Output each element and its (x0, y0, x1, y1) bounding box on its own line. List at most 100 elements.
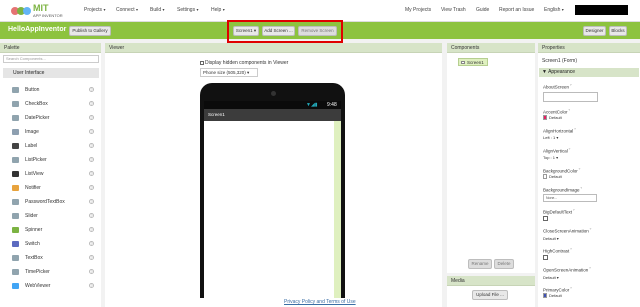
listview-icon (12, 171, 19, 177)
password-icon (12, 199, 19, 205)
palette-item-slider[interactable]: Slider? (3, 210, 99, 223)
components-panel (447, 43, 535, 273)
label-icon (12, 143, 19, 149)
viewer-header: Viewer (105, 43, 442, 53)
background-color-picker[interactable]: Default (543, 174, 562, 180)
palette-item-webviewer[interactable]: WebViewer? (3, 280, 99, 293)
app-inventor-logo[interactable]: MIT APP INVENTOR (10, 2, 66, 20)
help-icon[interactable]: ? (89, 157, 94, 162)
palette-item-listpicker[interactable]: ListPicker? (3, 154, 99, 167)
media-header: Media (447, 276, 535, 286)
phone-size-select[interactable]: Phone size (505,320) ▾ (200, 68, 258, 77)
palette-item-listview[interactable]: ListView? (3, 168, 99, 181)
menu-settings[interactable]: Settings ▾ (177, 7, 198, 13)
publish-to-gallery-button[interactable]: Publish to Gallery (69, 26, 111, 36)
open-animation-select[interactable]: Default ▾ (543, 275, 559, 280)
background-image-input[interactable]: None... (543, 194, 597, 202)
primary-swatch-icon (543, 293, 547, 299)
link-view-trash[interactable]: View Trash (441, 7, 466, 13)
help-icon[interactable]: ? (89, 101, 94, 106)
phone-preview: ▼◢▮ 9:48 Screen1 (200, 83, 345, 298)
language-menu[interactable]: English ▾ (544, 7, 564, 13)
upload-file-button[interactable]: Upload File ... (472, 290, 508, 300)
display-hidden-checkbox[interactable]: Display hidden components in Viewer (200, 60, 288, 66)
menu-projects[interactable]: Projects ▾ (84, 7, 105, 13)
designer-button[interactable]: Designer (583, 26, 606, 36)
datepicker-icon (12, 115, 19, 121)
help-icon[interactable]: ? (89, 241, 94, 246)
prop-background-color-label: BackgroundColor ? (543, 167, 581, 174)
palette-item-datepicker[interactable]: DatePicker? (3, 112, 99, 125)
prop-accent-color-label: AccentColor ? (543, 108, 571, 115)
palette-item-notifier[interactable]: Notifier? (3, 182, 99, 195)
button-icon (12, 87, 19, 93)
webviewer-icon (12, 283, 19, 289)
help-icon[interactable]: ? (89, 129, 94, 134)
palette-item-spinner[interactable]: Spinner? (3, 224, 99, 237)
palette-section-user-interface[interactable]: User Interface (3, 68, 99, 78)
help-icon[interactable]: ? (89, 115, 94, 120)
prop-close-animation-label: CloseScreenAnimation ? (543, 227, 592, 234)
help-icon[interactable]: ? (89, 199, 94, 204)
high-contrast-checkbox[interactable] (543, 255, 548, 260)
delete-button[interactable]: Delete (494, 259, 514, 269)
component-tree-screen1[interactable]: Screen1 (458, 58, 488, 66)
blocks-button[interactable]: Blocks (609, 26, 627, 36)
help-icon[interactable]: ? (89, 255, 94, 260)
phone-clock: 9:48 (327, 102, 337, 108)
help-icon[interactable]: ? (89, 269, 94, 274)
logo-icon (11, 7, 31, 15)
prop-about-screen-label: AboutScreen ? (543, 83, 572, 90)
palette-item-timepicker[interactable]: TimePicker? (3, 266, 99, 279)
switch-icon (12, 241, 19, 247)
textbox-icon (12, 255, 19, 261)
prop-high-contrast-label: HighContrast ? (543, 247, 572, 254)
phone-status-bar (204, 101, 341, 109)
prop-big-default-text-label: BigDefaultText ? (543, 208, 575, 215)
align-vertical-select[interactable]: Top : 1 ▾ (543, 155, 558, 160)
palette-item-checkbox[interactable]: CheckBox? (3, 98, 99, 111)
properties-header: Properties (538, 43, 640, 53)
help-icon[interactable]: ? (89, 171, 94, 176)
prop-align-horizontal-label: AlignHorizontal ? (543, 127, 576, 134)
help-icon[interactable]: ? (89, 185, 94, 190)
help-icon[interactable]: ? (89, 143, 94, 148)
menu-build[interactable]: Build ▾ (150, 7, 165, 13)
link-report-issue[interactable]: Report an Issue (499, 7, 534, 13)
link-guide[interactable]: Guide (476, 7, 489, 13)
account-menu[interactable] (575, 5, 628, 15)
checkbox-box[interactable] (200, 60, 204, 65)
logo-subtitle: APP INVENTOR (33, 13, 63, 18)
palette-item-switch[interactable]: Switch? (3, 238, 99, 251)
primary-color-picker[interactable]: Default (543, 293, 562, 299)
help-icon[interactable]: ? (89, 87, 94, 92)
close-animation-select[interactable]: Default ▾ (543, 236, 559, 241)
palette-item-image[interactable]: Image? (3, 126, 99, 139)
phone-screen[interactable] (204, 121, 334, 298)
phone-scrollbar (334, 121, 341, 298)
menu-connect[interactable]: Connect ▾ (116, 7, 138, 13)
privacy-policy-link[interactable]: Privacy Policy and Terms of Use (284, 299, 356, 305)
palette-header: Palette (0, 43, 101, 53)
palette-item-button[interactable]: Button? (3, 84, 99, 97)
help-icon[interactable]: ? (89, 213, 94, 218)
link-my-projects[interactable]: My Projects (405, 7, 431, 13)
appearance-section[interactable]: ▼ Appearance (539, 68, 639, 77)
screen-icon (461, 61, 465, 64)
help-icon[interactable]: ? (89, 283, 94, 288)
palette-item-textbox[interactable]: TextBox? (3, 252, 99, 265)
menu-help[interactable]: Help ▾ (211, 7, 225, 13)
screen-title-bar: Screen1 (204, 109, 341, 121)
rename-button[interactable]: Rename (468, 259, 492, 269)
palette-item-label[interactable]: Label? (3, 140, 99, 153)
accent-color-picker[interactable]: Default (543, 115, 562, 121)
big-default-text-checkbox[interactable] (543, 216, 548, 221)
align-horizontal-select[interactable]: Left : 1 ▾ (543, 135, 558, 140)
help-icon[interactable]: ? (89, 227, 94, 232)
palette-item-passwordtextbox[interactable]: PasswordTextBox? (3, 196, 99, 209)
about-screen-textarea[interactable] (543, 92, 598, 102)
top-bar: MIT APP INVENTOR Projects ▾ Connect ▾ Bu… (0, 0, 640, 22)
prop-primary-color-label: PrimaryColor ? (543, 286, 572, 293)
palette-search-input[interactable]: Search Components... (3, 55, 99, 63)
components-header: Components (447, 43, 535, 53)
